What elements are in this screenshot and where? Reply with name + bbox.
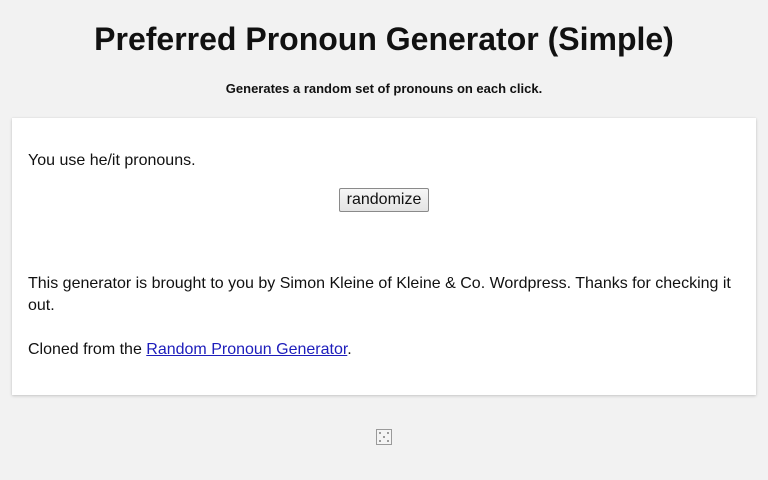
cloned-prefix: Cloned from the bbox=[28, 341, 147, 358]
page-title: Preferred Pronoun Generator (Simple) bbox=[94, 21, 674, 57]
pronoun-result: You use he/it pronouns. bbox=[28, 152, 196, 169]
page: Preferred Pronoun Generator (Simple) Gen… bbox=[0, 0, 768, 480]
broken-image-icon bbox=[376, 429, 392, 445]
cloned-suffix: . bbox=[347, 341, 352, 358]
generator-card: You use he/it pronouns. randomize This g… bbox=[12, 118, 756, 395]
randomize-button[interactable]: randomize bbox=[339, 188, 429, 212]
page-subtitle: Generates a random set of pronouns on ea… bbox=[225, 81, 543, 96]
cloned-from-text: Cloned from the Random Pronoun Generator… bbox=[28, 340, 352, 360]
credits-text: This generator is brought to you by Simo… bbox=[28, 275, 731, 314]
random-pronoun-generator-link[interactable]: Random Pronoun Generator bbox=[146, 341, 347, 358]
